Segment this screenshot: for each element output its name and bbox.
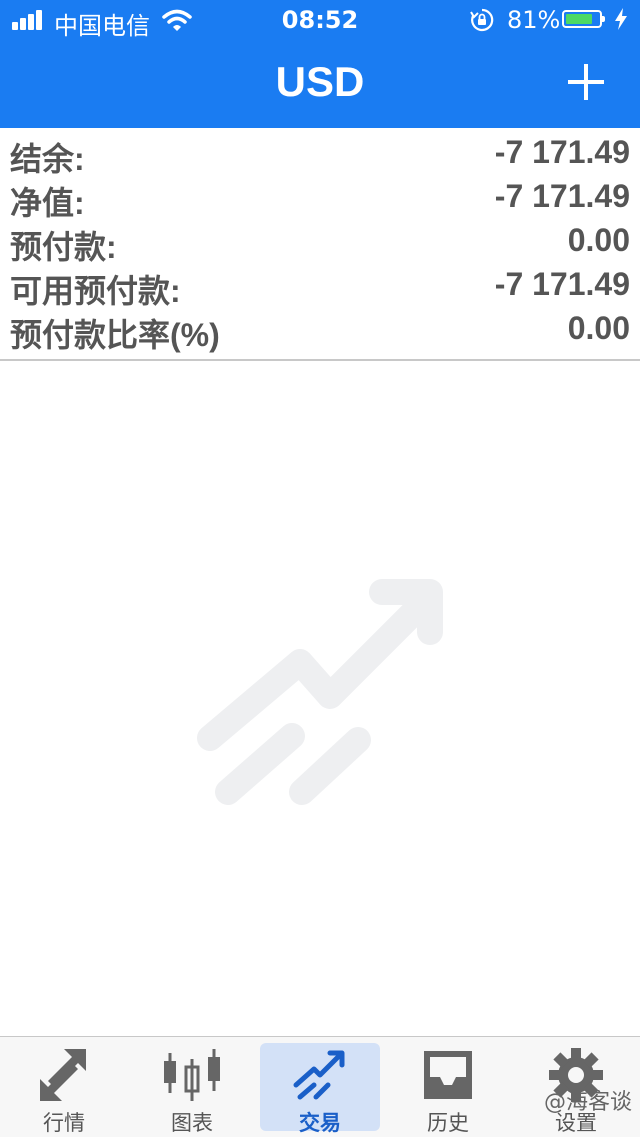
tab-history[interactable]: 历史 [384, 1037, 512, 1137]
quotes-arrows-icon [40, 1049, 86, 1101]
tab-trade[interactable]: 交易 [256, 1037, 384, 1137]
empty-trade-icon [197, 579, 443, 805]
account-row-margin: 预付款: 0.00 [0, 220, 640, 265]
account-row-balance: 结余: -7 171.49 [0, 132, 640, 177]
account-row-free-margin: 可用预付款: -7 171.49 [0, 264, 640, 309]
account-label: 净值: [10, 185, 85, 221]
tab-chart[interactable]: 图表 [128, 1037, 256, 1137]
header-bar: 中国电信 08:52 81% USD [0, 0, 640, 128]
account-row-margin-level: 预付款比率(%) 0.00 [0, 308, 640, 353]
charging-icon [615, 8, 627, 30]
account-value: -7 171.49 [494, 178, 630, 214]
tab-label: 交易 [299, 1111, 341, 1135]
account-label: 结余: [10, 141, 85, 177]
account-value: -7 171.49 [494, 266, 630, 302]
tab-label: 图表 [171, 1111, 213, 1135]
tab-label: 历史 [427, 1111, 469, 1135]
trade-trend-icon [293, 1050, 345, 1100]
account-value: 0.00 [567, 310, 630, 346]
tab-quotes[interactable]: 行情 [0, 1037, 128, 1137]
status-bar: 中国电信 08:52 81% [0, 0, 640, 40]
tab-label: 行情 [43, 1111, 85, 1135]
candlestick-chart-icon [164, 1049, 220, 1101]
account-value: -7 171.49 [494, 134, 630, 170]
watermark-text: @海客谈 [543, 1090, 632, 1115]
history-inbox-icon [424, 1051, 472, 1099]
battery-percent: 81% [507, 6, 561, 34]
account-value: 0.00 [567, 222, 630, 258]
account-label: 可用预付款: [10, 273, 181, 309]
account-label: 预付款: [10, 229, 117, 265]
add-button[interactable] [564, 60, 608, 104]
account-label: 预付款比率(%) [10, 317, 220, 353]
account-row-equity: 净值: -7 171.49 [0, 176, 640, 221]
rotation-lock-icon [470, 8, 494, 32]
divider [0, 359, 640, 361]
account-summary: 结余: -7 171.49 净值: -7 171.49 预付款: 0.00 可用… [0, 132, 640, 353]
battery-icon [562, 10, 605, 28]
page-title: USD [275, 58, 365, 105]
